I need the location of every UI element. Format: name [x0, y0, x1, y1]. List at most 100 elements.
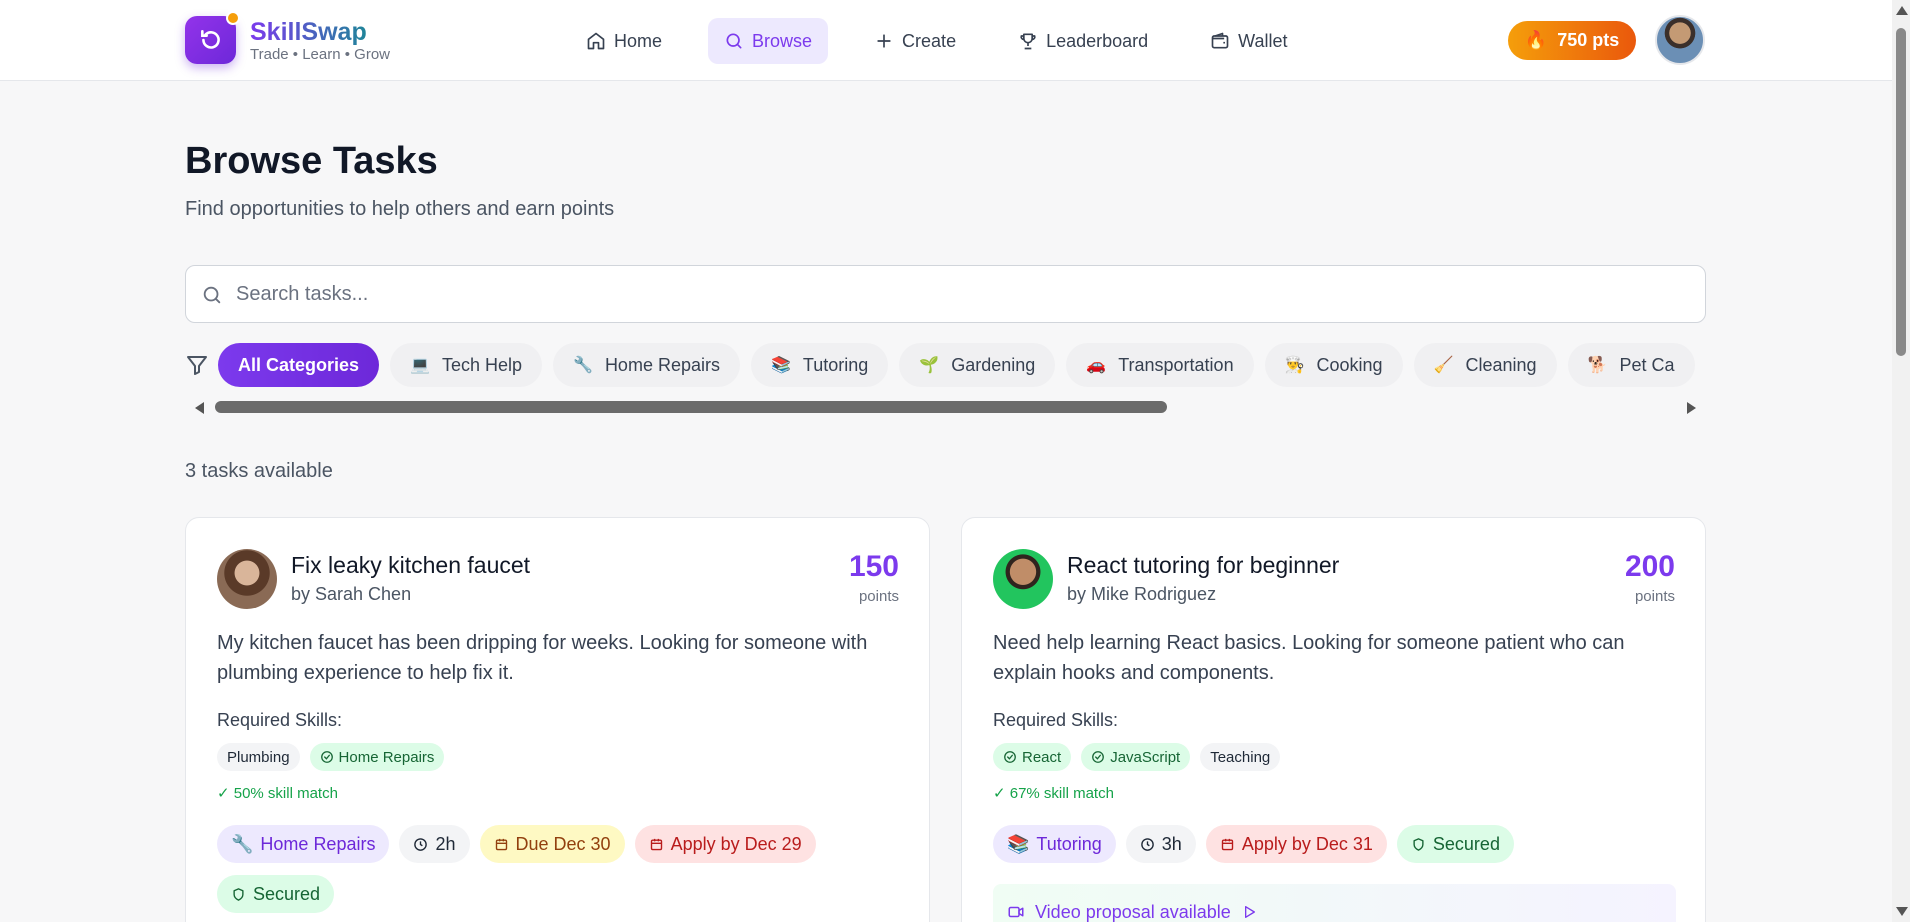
search-icon — [726, 33, 742, 49]
brand-tagline: Trade • Learn • Grow — [250, 46, 391, 63]
category-scroller[interactable]: All Categories 💻 Tech Help 🔧 Home Repairs … — [218, 343, 1706, 387]
video-proposal-banner[interactable]: Video proposal available — [993, 884, 1676, 922]
nav-home[interactable]: Home — [570, 18, 678, 64]
nav-leaderboard[interactable]: Leaderboard — [1002, 18, 1164, 64]
skill-label: Home Repairs — [338, 748, 435, 766]
task-points-label: points — [858, 588, 899, 605]
calendar-icon — [495, 838, 507, 850]
scroll-down-arrow-icon[interactable] — [1896, 907, 1908, 916]
car-icon: 🚗 — [1086, 357, 1107, 374]
shield-icon — [233, 887, 244, 901]
author-avatar[interactable] — [993, 549, 1053, 609]
page-scrollbar[interactable] — [1892, 0, 1910, 922]
category-label: Transportation — [1118, 354, 1234, 375]
task-tags: 🔧 Home Repairs 2h Due Dec 30 Apply by Dec… — [217, 825, 907, 913]
skill-match: ✓ 50% skill match — [217, 785, 338, 802]
page-title: Browse Tasks — [185, 140, 438, 182]
task-points: 150 — [848, 550, 899, 583]
nav-create[interactable]: Create — [858, 18, 972, 64]
category-tag-label: Tutoring — [1036, 833, 1102, 854]
books-icon: 📚 — [1007, 833, 1030, 854]
task-count: 3 tasks available — [185, 460, 333, 482]
skill-tag: Plumbing — [217, 743, 300, 771]
shield-icon — [1413, 837, 1424, 851]
category-label: Home Repairs — [604, 354, 720, 375]
category-chip-gardening[interactable]: 🌱 Gardening — [899, 343, 1056, 387]
skill-label: JavaScript — [1110, 748, 1181, 766]
calendar-icon — [1221, 838, 1234, 850]
task-tags: 📚 Tutoring 3h Apply by Dec 31 Secured — [993, 825, 1683, 863]
page-subtitle: Find opportunities to help others and ea… — [185, 198, 615, 220]
secured-tag: Secured — [1396, 825, 1514, 863]
wrench-icon: 🔧 — [231, 833, 254, 854]
category-chip-tutoring[interactable]: 📚 Tutoring — [750, 343, 889, 387]
brand[interactable]: SkillSwap Trade • Learn • Grow — [250, 18, 390, 64]
calendar-icon — [650, 838, 662, 850]
category-chip-transportation[interactable]: 🚗 Transportation — [1066, 343, 1254, 387]
due-date-tag: Due Dec 30 — [479, 825, 625, 863]
task-card[interactable]: React tutoring for beginner by Mike Rodr… — [961, 517, 1706, 922]
required-skills-label: Required Skills: — [993, 710, 1119, 730]
scrollbar-thumb[interactable] — [215, 401, 1167, 413]
category-chip-tech-help[interactable]: 💻 Tech Help — [390, 343, 543, 387]
category-chip-home-repairs[interactable]: 🔧 Home Repairs — [553, 343, 740, 387]
search-bar[interactable] — [185, 265, 1706, 323]
category-label: Tech Help — [441, 354, 523, 375]
top-header: SkillSwap Trade • Learn • Grow Home Brow… — [0, 0, 1892, 81]
skill-tag-matched: Home Repairs — [309, 743, 445, 771]
apply-by-label: Apply by Dec 31 — [1241, 833, 1373, 854]
category-scrollbar[interactable] — [185, 398, 1706, 416]
clock-icon — [414, 837, 428, 851]
category-list: All Categories 💻 Tech Help 🔧 Home Repairs … — [218, 343, 1706, 387]
wrench-icon: 🔧 — [573, 357, 593, 374]
task-title[interactable]: Fix leaky kitchen faucet — [291, 552, 530, 579]
check-circle-icon — [1092, 751, 1105, 763]
task-title[interactable]: React tutoring for beginner — [1067, 552, 1339, 579]
skill-match: ✓ 67% skill match — [993, 785, 1114, 802]
task-card[interactable]: Fix leaky kitchen faucet by Sarah Chen 1… — [185, 517, 930, 922]
clock-icon — [1140, 837, 1154, 851]
duration-tag: 3h — [1125, 825, 1196, 863]
logo-notification-dot — [226, 11, 240, 25]
skills-list: Plumbing Home Repairs — [217, 743, 445, 771]
user-avatar[interactable] — [1655, 15, 1705, 65]
author-avatar[interactable] — [217, 549, 277, 609]
scroll-left-arrow-icon[interactable] — [195, 402, 204, 414]
nav-browse-label: Browse — [752, 30, 813, 51]
category-chip-all[interactable]: All Categories — [218, 343, 380, 387]
task-points: 200 — [1624, 550, 1675, 583]
scroll-up-arrow-icon[interactable] — [1896, 6, 1908, 15]
category-tag: 📚 Tutoring — [993, 825, 1116, 863]
category-chip-pet-care[interactable]: 🐕 Pet Ca — [1567, 343, 1695, 387]
category-tag-label: Home Repairs — [260, 833, 376, 854]
main-nav: Home Browse Create Leaderboard Wallet — [570, 18, 1334, 64]
broom-icon: 🧹 — [1433, 357, 1454, 374]
category-chip-cleaning[interactable]: 🧹 Cleaning — [1413, 343, 1557, 387]
page-scrollbar-thumb[interactable] — [1896, 28, 1906, 356]
video-proposal-label: Video proposal available — [1035, 901, 1231, 922]
points-badge[interactable]: 🔥 750 pts — [1508, 21, 1636, 60]
duration-label: 2h — [435, 833, 456, 854]
home-icon — [587, 32, 605, 50]
category-tag: 🔧 Home Repairs — [217, 825, 390, 863]
search-icon — [203, 286, 221, 304]
nav-wallet-label: Wallet — [1238, 30, 1288, 51]
task-points-label: points — [1634, 588, 1675, 605]
laptop-icon: 💻 — [410, 357, 430, 374]
secured-label: Secured — [253, 883, 321, 904]
apply-by-tag: Apply by Dec 29 — [634, 825, 816, 863]
scroll-right-arrow-icon[interactable] — [1687, 402, 1696, 414]
category-chip-cooking[interactable]: 👨‍🍳 Cooking — [1264, 343, 1403, 387]
category-label: Cooking — [1316, 354, 1383, 375]
apply-by-tag: Apply by Dec 31 — [1205, 825, 1387, 863]
nav-browse[interactable]: Browse — [708, 18, 829, 64]
seedling-icon: 🌱 — [919, 357, 940, 374]
skill-label: React — [1022, 748, 1062, 766]
nav-leaderboard-label: Leaderboard — [1046, 30, 1149, 51]
nav-wallet[interactable]: Wallet — [1194, 18, 1303, 64]
skill-tag: Teaching — [1200, 743, 1281, 771]
search-input[interactable] — [186, 266, 1705, 322]
duration-tag: 2h — [399, 825, 470, 863]
play-icon[interactable] — [1241, 904, 1257, 920]
filter-icon[interactable] — [185, 353, 209, 377]
